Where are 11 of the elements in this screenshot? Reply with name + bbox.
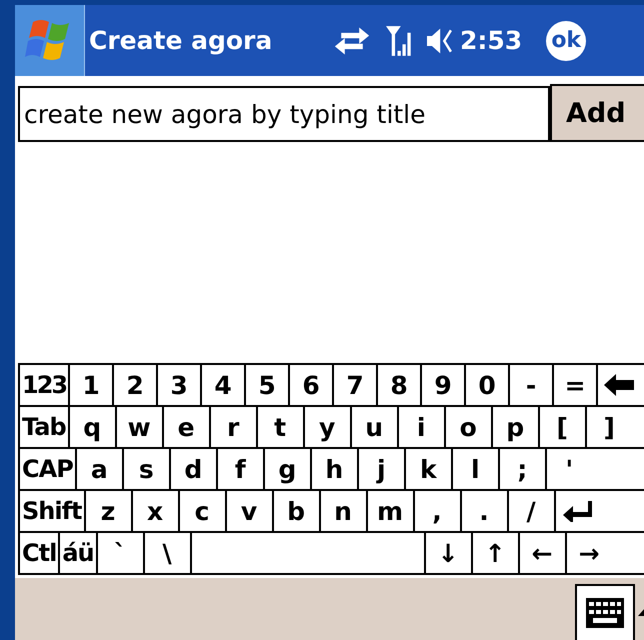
keyboard-key[interactable]: 123 (18, 365, 68, 405)
keyboard-key[interactable]: Ctl (18, 533, 58, 573)
title-input-field[interactable]: create new agora by typing title (18, 86, 550, 142)
window-title: Create agora (89, 26, 274, 55)
ok-button[interactable]: ok (546, 20, 586, 60)
clock-time: 2:53 (460, 26, 522, 55)
keyboard-key[interactable]: Tab (18, 407, 68, 447)
keyboard-key[interactable]: áü (58, 533, 96, 573)
keyboard-key[interactable]: Shift (18, 491, 84, 531)
add-button[interactable]: Add (550, 84, 644, 142)
keyboard-key[interactable]: CAP (18, 449, 75, 489)
